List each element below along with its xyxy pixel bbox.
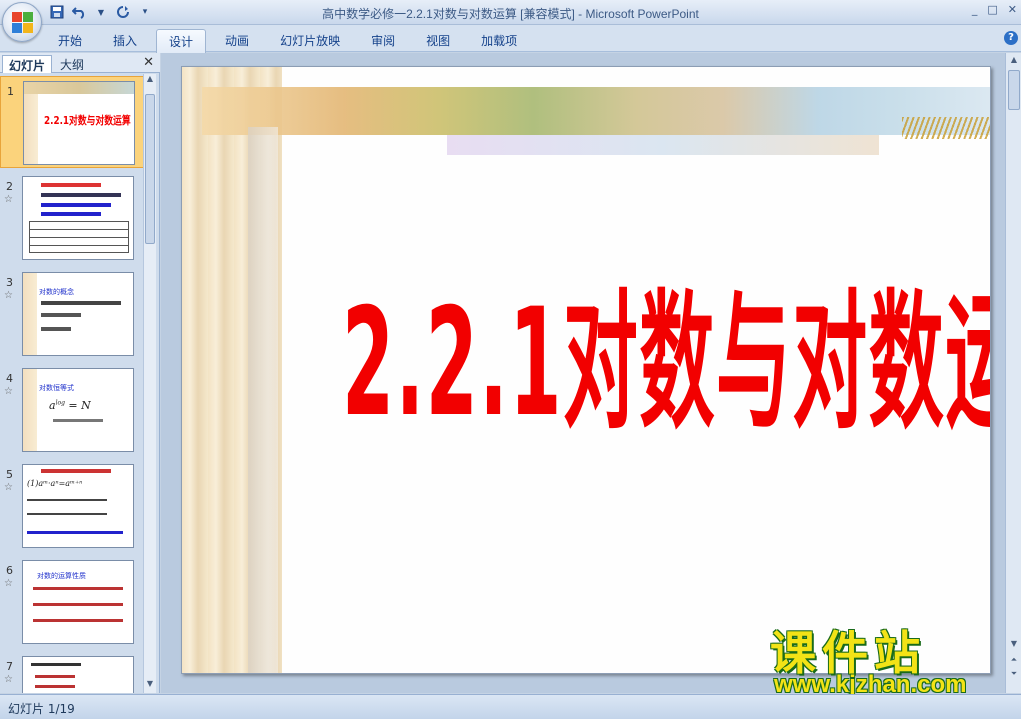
tab-addins[interactable]: 加载项 <box>469 29 529 53</box>
animation-star-icon: ☆ <box>4 290 13 301</box>
office-logo-icon <box>12 12 34 34</box>
office-button[interactable] <box>2 2 42 42</box>
scroll-thumb[interactable] <box>145 94 155 244</box>
scroll-up-icon[interactable]: ▲ <box>144 74 156 88</box>
slide-count: 幻灯片 1/19 <box>8 702 75 716</box>
scroll-down-icon[interactable]: ▼ <box>144 679 156 693</box>
grass-decoration <box>902 117 990 139</box>
vertical-stripe-decoration <box>248 127 278 673</box>
slide-number: 4 <box>6 372 13 385</box>
editor-scrollbar[interactable]: ▲ ▼ ⏶ ⏷ <box>1005 53 1021 693</box>
tab-slideshow[interactable]: 幻灯片放映 <box>268 29 352 53</box>
slide-thumbnail[interactable]: 4 ☆ 对数恒等式 alog = N <box>0 364 144 456</box>
window-controls: _ □ ✕ <box>972 3 1017 16</box>
maximize-button[interactable]: □ <box>987 3 997 16</box>
slide-thumbnail[interactable]: 2 ☆ <box>0 172 144 264</box>
watermark: 课件站 www.kjzhan.com <box>770 617 1010 698</box>
window-title: 高中数学必修一2.2.1对数与对数运算 [兼容模式] - Microsoft P… <box>322 7 699 21</box>
animation-star-icon: ☆ <box>4 674 13 685</box>
tab-review[interactable]: 审阅 <box>359 29 407 53</box>
tab-animations[interactable]: 动画 <box>213 29 261 53</box>
scroll-thumb[interactable] <box>1008 70 1020 110</box>
slides-pane: 幻灯片 大纲 ✕ 1 2.2.1对数与对数运算 2 ☆ 3 ☆ 对数的概念 4 … <box>0 53 160 693</box>
slide-preview: 对数的运算性质 <box>22 560 134 644</box>
slide-number: 5 <box>6 468 13 481</box>
slide-preview <box>22 176 134 260</box>
pane-tabs: 幻灯片 大纲 ✕ <box>0 53 160 73</box>
animation-star-icon: ☆ <box>4 482 13 493</box>
slide-preview: 对数的概念 <box>22 272 134 356</box>
slide-preview <box>22 656 134 693</box>
tab-outline[interactable]: 大纲 <box>54 55 90 73</box>
tab-slides[interactable]: 幻灯片 <box>2 55 53 73</box>
ribbon-tab-bar: 开始 插入 设计 动画 幻灯片放映 审阅 视图 加载项 ? <box>0 25 1021 53</box>
slide-preview: (1)aᵐ·aⁿ=aᵐ⁺ⁿ <box>22 464 134 548</box>
tab-view[interactable]: 视图 <box>414 29 462 53</box>
close-button[interactable]: ✕ <box>1008 3 1017 16</box>
slide-title[interactable]: 2.2.1对数与对数运算 <box>342 242 990 457</box>
slide-thumbnail[interactable]: 6 ☆ 对数的运算性质 <box>0 556 144 648</box>
slide-editor: 2.2.1对数与对数运算 <box>161 53 1005 693</box>
animation-star-icon: ☆ <box>4 578 13 589</box>
slide-number: 6 <box>6 564 13 577</box>
close-icon[interactable]: ✕ <box>143 55 154 70</box>
slide-number: 1 <box>7 85 14 98</box>
help-icon[interactable]: ? <box>1004 31 1018 45</box>
slide-preview: 2.2.1对数与对数运算 <box>23 81 135 165</box>
tab-insert[interactable]: 插入 <box>101 29 149 53</box>
slide-thumbnail[interactable]: 7 ☆ <box>0 652 144 693</box>
minimize-button[interactable]: _ <box>972 3 978 16</box>
tab-home[interactable]: 开始 <box>46 29 94 53</box>
slide-number: 2 <box>6 180 13 193</box>
tab-design[interactable]: 设计 <box>156 29 207 53</box>
slide-number: 3 <box>6 276 13 289</box>
slide-number: 7 <box>6 660 13 673</box>
slide-thumbnail[interactable]: 3 ☆ 对数的概念 <box>0 268 144 360</box>
slide-preview-title: (1)aᵐ·aⁿ=aᵐ⁺ⁿ <box>27 479 83 488</box>
thumbnail-list: 1 2.2.1对数与对数运算 2 ☆ 3 ☆ 对数的概念 4 ☆ 对数恒等式 a… <box>0 74 144 693</box>
thumbnail-scrollbar[interactable]: ▲ ▼ <box>143 74 156 693</box>
slide-preview: 对数恒等式 alog = N <box>22 368 134 452</box>
slide-preview-title: 对数的概念 <box>39 288 74 296</box>
title-bar: ▼ ▾ 高中数学必修一2.2.1对数与对数运算 [兼容模式] - Microso… <box>0 0 1021 25</box>
leaf-banner-decoration <box>202 87 990 135</box>
animation-star-icon: ☆ <box>4 194 13 205</box>
slide-canvas[interactable]: 2.2.1对数与对数运算 <box>181 66 991 674</box>
animation-star-icon: ☆ <box>4 386 13 397</box>
slide-preview-title: 对数的运算性质 <box>37 572 86 580</box>
banner-strip-decoration <box>447 135 879 155</box>
slide-preview-title: 对数恒等式 <box>39 384 74 392</box>
slide-thumbnail[interactable]: 5 ☆ (1)aᵐ·aⁿ=aᵐ⁺ⁿ <box>0 460 144 552</box>
scroll-up-icon[interactable]: ▲ <box>1008 55 1020 69</box>
status-bar: 幻灯片 1/19 <box>0 694 1021 719</box>
slide-thumbnail[interactable]: 1 2.2.1对数与对数运算 <box>0 76 144 168</box>
slide-preview-title: 2.2.1对数与对数运算 <box>44 114 131 127</box>
